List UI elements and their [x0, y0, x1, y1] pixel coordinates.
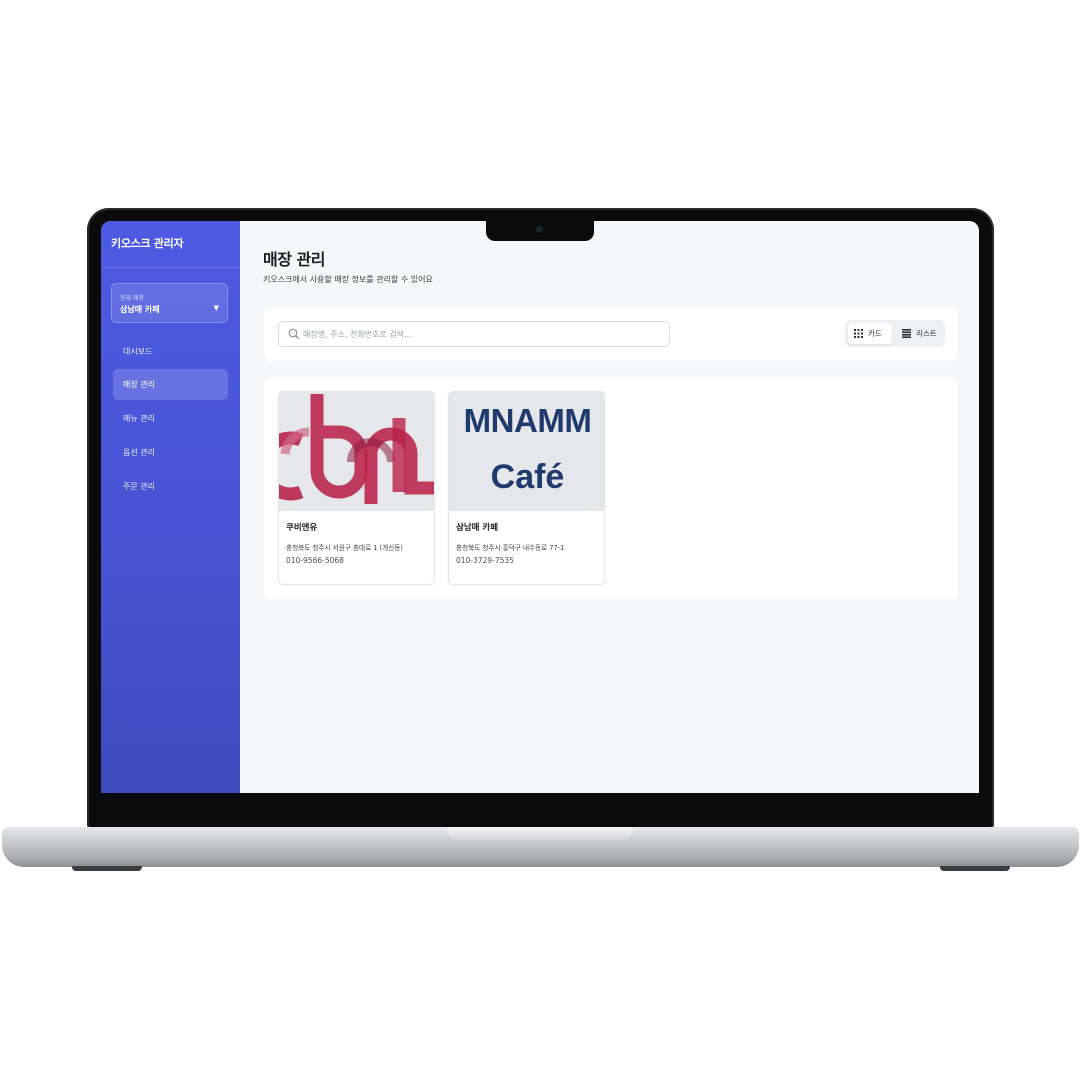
store-card[interactable]: MNAMM Café 삼남매 카페 충청북도 청주시 흥덕구 내수동로 77-1… [448, 391, 605, 585]
list-icon [902, 329, 911, 338]
store-list-panel: 쿠비엔유 충청북도 청주시 서원구 충대로 1 (개신동) 010-9566-5… [264, 378, 958, 599]
card-view-button[interactable]: 카드 [848, 323, 892, 344]
store-thumbnail: MNAMM Café [449, 392, 604, 511]
sidebar-divider [101, 267, 240, 268]
card-view-label: 카드 [868, 329, 882, 338]
camera-icon [536, 226, 543, 233]
chevron-down-icon: ▼ [213, 304, 219, 312]
store-card[interactable]: 쿠비엔유 충청북도 청주시 서원구 충대로 1 (개신동) 010-9566-5… [278, 391, 435, 585]
toolbar: 카드 리스트 [264, 308, 958, 361]
sidebar-item-store-management[interactable]: 매장 관리 [113, 369, 228, 400]
cafe-logo-line2: Café [490, 458, 565, 496]
store-phone: 010-3729-7535 [456, 556, 514, 565]
store-address: 충청북도 청주시 흥덕구 내수동로 77-1 [456, 544, 565, 552]
sidebar-item-dashboard[interactable]: 대시보드 [113, 336, 228, 367]
store-phone: 010-9566-5068 [286, 556, 344, 565]
view-toggle: 카드 리스트 [845, 320, 945, 347]
store-thumbnail [279, 392, 434, 511]
main-content: 매장 관리 키오스크에서 사용할 매장 정보를 관리할 수 있어요 매장명, 주… [240, 221, 979, 793]
sidebar-item-menu-management[interactable]: 메뉴 관리 [113, 403, 228, 434]
search-input[interactable] [303, 326, 663, 343]
page-subtitle: 키오스크에서 사용할 매장 정보를 관리할 수 있어요 [263, 275, 433, 284]
store-name: 쿠비엔유 [286, 523, 318, 533]
laptop-foot-left [72, 866, 142, 871]
app-title: 키오스크 관리자 [111, 237, 184, 250]
sidebar-item-option-management[interactable]: 옵션 관리 [113, 437, 228, 468]
cbnu-logo-icon [279, 394, 434, 504]
grid-icon [854, 329, 863, 338]
laptop-foot-right [940, 866, 1010, 871]
list-view-label: 리스트 [916, 329, 937, 338]
current-store-caption: 현재 매장 [120, 295, 144, 302]
sidebar-item-order-management[interactable]: 주문 관리 [113, 471, 228, 502]
store-address: 충청북도 청주시 서원구 충대로 1 (개신동) [286, 544, 403, 552]
laptop-opening-notch [447, 827, 633, 840]
app-screen: 키오스크 관리자 현재 매장 삼남매 카페 ▼ 대시보드 매장 관리 메뉴 관리… [101, 221, 979, 793]
search-box[interactable] [278, 321, 670, 347]
current-store-select[interactable]: 현재 매장 삼남매 카페 ▼ [111, 283, 228, 323]
search-icon [288, 328, 300, 340]
page-title: 매장 관리 [263, 250, 325, 269]
current-store-value: 삼남매 카페 [120, 305, 160, 314]
store-name: 삼남매 카페 [456, 523, 499, 533]
sidebar: 키오스크 관리자 현재 매장 삼남매 카페 ▼ 대시보드 매장 관리 메뉴 관리… [101, 221, 240, 793]
list-view-button[interactable]: 리스트 [896, 323, 942, 344]
cafe-logo-line1: MNAMM [463, 402, 592, 439]
